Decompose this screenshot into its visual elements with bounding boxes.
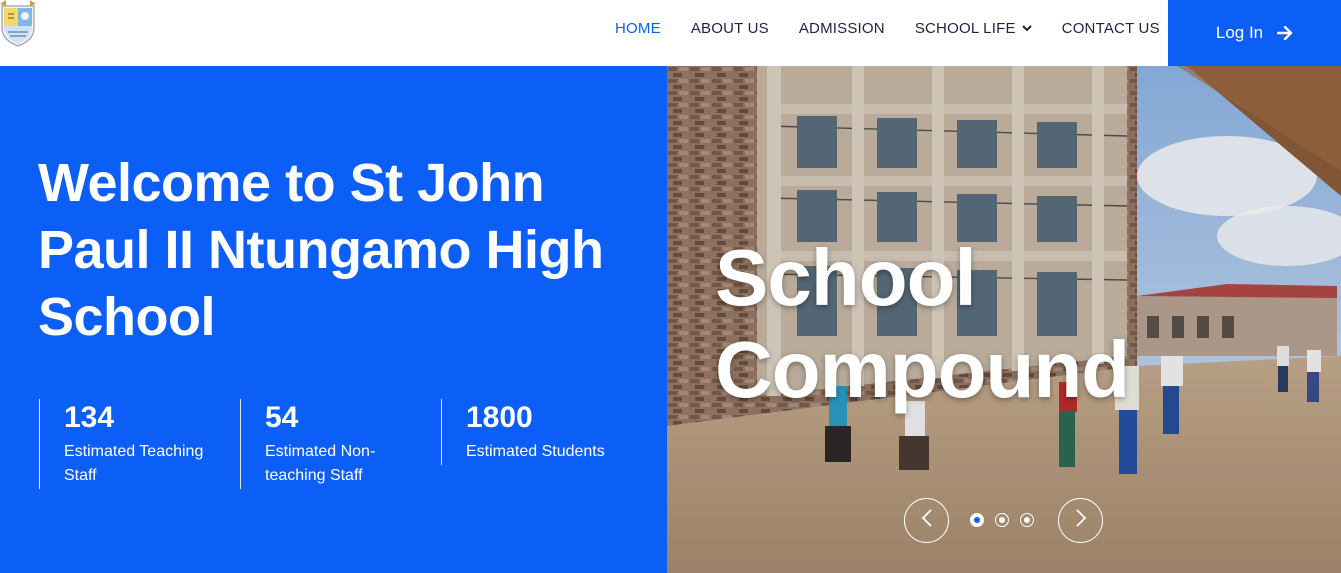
nav-home-label: HOME — [615, 19, 661, 37]
slider-dots — [970, 513, 1034, 527]
main-navigation: HOME ABOUT US ADMISSION SCHOOL LIFE CONT… — [600, 0, 1175, 56]
nav-about-us-label: ABOUT US — [690, 19, 769, 37]
slider-dot-3[interactable] — [1020, 513, 1034, 527]
login-button[interactable]: Log In — [1168, 0, 1341, 66]
stat-label: Estimated Teaching Staff — [64, 443, 204, 484]
nav-school-life[interactable]: SCHOOL LIFE — [900, 20, 1047, 37]
slider-dot-1[interactable] — [970, 513, 984, 527]
chevron-down-icon — [1021, 24, 1032, 32]
slider-prev-button[interactable] — [904, 498, 949, 543]
stat-non-teaching-staff: 54 Estimated Non-teaching Staff — [240, 399, 425, 489]
slide-caption: School Compound — [715, 233, 1130, 414]
stat-value: 54 — [265, 401, 299, 434]
stat-teaching-staff: 134 Estimated Teaching Staff — [39, 399, 224, 489]
hero-title: Welcome to St John Paul II Ntungamo High… — [38, 153, 604, 347]
slider-next-button[interactable] — [1058, 498, 1103, 543]
arrow-right-icon — [1277, 26, 1293, 40]
nav-contact-us[interactable]: CONTACT US — [1047, 20, 1175, 37]
stat-value: 1800 — [466, 401, 533, 434]
nav-about-us[interactable]: ABOUT US — [676, 20, 784, 37]
nav-admission[interactable]: ADMISSION — [784, 20, 900, 37]
stat-students: 1800 Estimated Students — [441, 399, 626, 465]
slider-dot-2[interactable] — [995, 513, 1009, 527]
nav-admission-label: ADMISSION — [798, 19, 885, 37]
chevron-left-icon — [921, 509, 933, 532]
stat-label: Estimated Non-teaching Staff — [265, 443, 376, 484]
stat-label: Estimated Students — [466, 443, 605, 460]
site-header: HOME ABOUT US ADMISSION SCHOOL LIFE CONT… — [0, 0, 1341, 66]
login-button-label: Log In — [1215, 23, 1264, 42]
school-crest-logo[interactable] — [0, 0, 36, 48]
stat-value: 134 — [64, 401, 115, 434]
nav-school-life-label: SCHOOL LIFE — [914, 19, 1016, 37]
nav-contact-us-label: CONTACT US — [1061, 19, 1160, 37]
chevron-right-icon — [1075, 509, 1087, 532]
image-slider: School Compound — [667, 66, 1341, 573]
nav-home[interactable]: HOME — [600, 20, 676, 37]
hero-intro-panel: Welcome to St John Paul II Ntungamo High… — [0, 66, 667, 573]
